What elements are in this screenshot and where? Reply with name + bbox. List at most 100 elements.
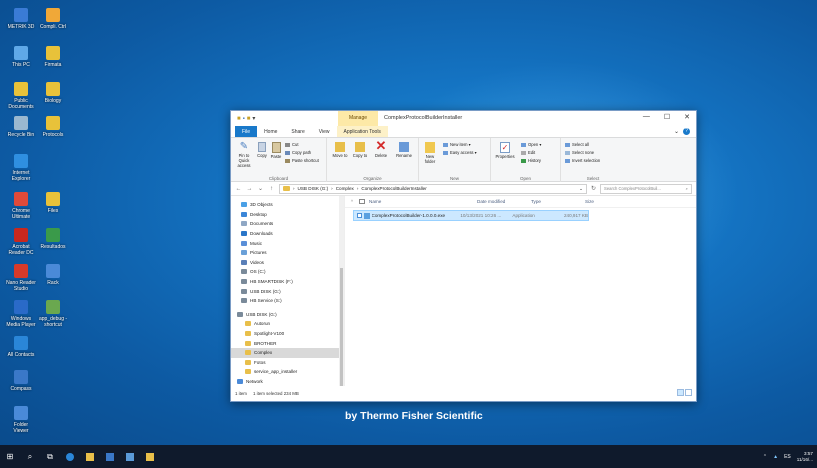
nav-item-usb-disk[interactable]: USB DISK (G:): [231, 286, 344, 296]
desktop-icon-public-docs[interactable]: Public Documents: [6, 82, 36, 110]
nav-item-music[interactable]: Music: [231, 238, 344, 248]
breadcrumb-installer[interactable]: ComplexProtocolBuilderInstaller: [361, 186, 426, 191]
nav-item-3d-objects[interactable]: 3D Objects: [231, 200, 344, 210]
tray-chevron-icon[interactable]: ⌃: [763, 454, 767, 460]
properties-button[interactable]: ✓ Properties: [493, 142, 517, 159]
paste-shortcut-button[interactable]: Paste shortcut: [285, 158, 319, 164]
minimize-button[interactable]: —: [643, 113, 650, 121]
rename-button[interactable]: Rename: [393, 142, 415, 158]
navigation-pane[interactable]: 3D Objects Desktop Documents Downloads M…: [231, 196, 345, 386]
network-icon[interactable]: ▲: [773, 454, 778, 460]
easy-access-button[interactable]: Easy access ▾: [443, 150, 477, 156]
breadcrumb-complex[interactable]: Complex: [336, 186, 354, 191]
desktop-icon-resultados[interactable]: Resultados: [38, 228, 68, 250]
folder-icon[interactable]: ■: [247, 116, 251, 122]
nav-item-service-app-installer[interactable]: service_app_installer: [231, 367, 344, 377]
up-button[interactable]: ↑: [268, 186, 275, 192]
desktop-icon-files[interactable]: Files: [38, 192, 68, 214]
title-bar[interactable]: ■ ▪ ■ ▾ Manage ComplexProtocolBuilderIns…: [231, 111, 696, 126]
scrollbar-thumb[interactable]: [340, 268, 343, 386]
desktop-icon-compli[interactable]: Compli. Ctrl: [38, 8, 68, 30]
search-input[interactable]: Search ComplexProtocolBuil... ⌕: [600, 183, 692, 194]
taskbar-app2[interactable]: [140, 445, 160, 468]
chevron-down-icon[interactable]: ▾: [252, 115, 255, 122]
tab-home[interactable]: Home: [257, 126, 284, 137]
cut-button[interactable]: Cut: [285, 142, 299, 148]
column-type[interactable]: Type: [531, 199, 585, 204]
nav-item-autorun[interactable]: Autorun: [231, 319, 344, 329]
delete-button[interactable]: ✕ Delete: [371, 139, 391, 158]
nav-item-network[interactable]: Network: [231, 377, 344, 386]
column-size[interactable]: Size: [585, 199, 625, 204]
tab-share[interactable]: Share: [284, 126, 311, 137]
row-checkbox[interactable]: [357, 213, 362, 218]
desktop-icon-acrobat[interactable]: Acrobat Reader DC: [6, 228, 36, 256]
copy-path-button[interactable]: Copy path: [285, 150, 311, 156]
address-bar[interactable]: › USB DISK (G:) › Complex › ComplexProto…: [279, 183, 587, 194]
file-list-pane[interactable]: ^ Name Date modified Type Size ComplexPr…: [345, 196, 696, 386]
desktop-icon-chrome[interactable]: Chrome Ultimate: [6, 192, 36, 220]
tab-view[interactable]: View: [312, 126, 337, 137]
clock[interactable]: 3:57 11/16/...: [797, 451, 813, 463]
desktop-icon-app-debug[interactable]: app_debug - shortcut: [38, 300, 68, 328]
edit-button[interactable]: Edit: [521, 150, 535, 156]
new-item-button[interactable]: New item ▾: [443, 142, 471, 148]
nav-item-documents[interactable]: Documents: [231, 219, 344, 229]
context-tab-manage[interactable]: Manage: [338, 111, 378, 126]
nav-scrollbar[interactable]: [339, 196, 344, 386]
nav-item-os-c[interactable]: OS (C:): [231, 267, 344, 277]
copy-to-button[interactable]: Copy to: [351, 142, 369, 158]
nav-item-videos[interactable]: Videos: [231, 258, 344, 268]
desktop-icon-nano-reader[interactable]: Nano Reader Studio: [6, 264, 36, 292]
move-to-button[interactable]: Move to: [331, 142, 349, 158]
file-explorer-window[interactable]: ■ ▪ ■ ▾ Manage ComplexProtocolBuilderIns…: [230, 110, 697, 402]
taskbar-edge[interactable]: [60, 445, 80, 468]
nav-item-desktop[interactable]: Desktop: [231, 210, 344, 220]
desktop-icon-this-pc[interactable]: This PC: [6, 46, 36, 68]
taskbar-app1[interactable]: [120, 445, 140, 468]
history-button[interactable]: History: [521, 158, 541, 164]
taskbar-explorer[interactable]: [80, 445, 100, 468]
nav-item-usb-disk-root[interactable]: USB DISK (G:): [231, 310, 344, 320]
desktop-icon-internet-explorer[interactable]: Internet Explorer: [6, 154, 36, 182]
back-button[interactable]: ←: [235, 186, 242, 192]
nav-item-fotos[interactable]: Fotos: [231, 358, 344, 368]
column-name[interactable]: Name: [369, 199, 477, 204]
address-dropdown-button[interactable]: ⌄: [579, 186, 583, 192]
new-folder-button[interactable]: New folder: [421, 142, 439, 164]
nav-item-spotlight[interactable]: Spotlight-V100: [231, 329, 344, 339]
tab-file[interactable]: File: [235, 126, 258, 137]
desktop-icon-protocols[interactable]: Protocols: [38, 116, 68, 138]
checkmark-icon[interactable]: ▪: [243, 116, 245, 122]
nav-item-hb-service[interactable]: HB Service (S:): [231, 296, 344, 306]
large-icons-view-icon[interactable]: [685, 389, 692, 396]
file-row[interactable]: ComplexProtocolBuilder-1.0.0.0.exe 10/13…: [353, 210, 589, 221]
desktop-icon-recycle-bin[interactable]: Recycle Bin: [6, 116, 36, 138]
nav-item-hb-smartdisk[interactable]: HB SMARTDISK (F:): [231, 277, 344, 287]
nav-item-brother[interactable]: BROTHER: [231, 338, 344, 348]
desktop-icon-compass[interactable]: Compass: [6, 370, 36, 392]
select-all-button[interactable]: Select all: [565, 142, 589, 148]
breadcrumb-usb-disk[interactable]: USB DISK (G:): [298, 186, 329, 191]
details-view-icon[interactable]: [677, 389, 684, 396]
close-button[interactable]: ✕: [684, 113, 690, 121]
nav-item-complex[interactable]: Complex: [231, 347, 344, 358]
select-all-checkbox[interactable]: [359, 199, 365, 204]
maximize-button[interactable]: ☐: [664, 113, 670, 121]
tab-application-tools[interactable]: Application Tools: [336, 126, 388, 137]
desktop-icon-rack[interactable]: Rack: [38, 264, 68, 286]
chevron-down-icon[interactable]: ⌄: [674, 128, 679, 135]
refresh-button[interactable]: ↻: [591, 185, 596, 192]
desktop-icon-media-player[interactable]: Windows Media Player: [6, 300, 36, 328]
language-indicator[interactable]: ES: [784, 454, 791, 460]
desktop-icon-contacts[interactable]: All Contacts: [6, 336, 36, 358]
recent-locations-button[interactable]: ⌄: [257, 185, 264, 192]
column-date-modified[interactable]: Date modified: [477, 199, 531, 204]
desktop-icon-folder-viewer[interactable]: Folder Viewer: [6, 406, 36, 434]
nav-item-pictures[interactable]: Pictures: [231, 248, 344, 258]
nav-item-downloads[interactable]: Downloads: [231, 229, 344, 239]
forward-button[interactable]: →: [246, 186, 253, 192]
invert-selection-button[interactable]: Invert selection: [565, 158, 600, 164]
taskbar-store[interactable]: [100, 445, 120, 468]
pin-quick-access-button[interactable]: ✎ Pin to Quick access: [233, 142, 255, 169]
